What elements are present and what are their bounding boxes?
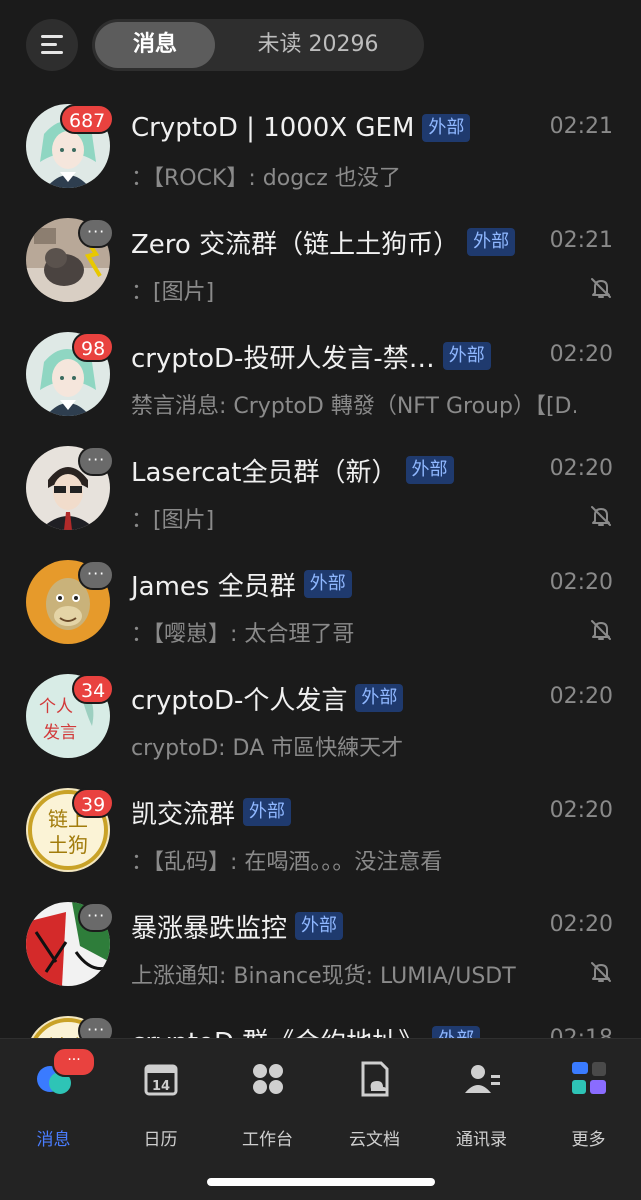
workspace-grid-icon [248,1059,288,1099]
menu-icon[interactable] [26,19,78,71]
chat-title-line: Lasercat全员群（新） 外部 [131,452,454,488]
chat-title: 凯交流群 [131,799,236,830]
more-apps-icon [569,1059,609,1099]
chat-title-line: 凯交流群 外部 [131,794,292,830]
chat-title-line: Zero 交流群（链上土狗币） 外部 [131,224,516,260]
tab-messages[interactable]: 消息 [95,22,215,68]
chat-title-line: CryptoD | 1000X GEM 外部 [131,110,471,146]
external-tag: 外部 [295,912,344,940]
external-tag: 外部 [303,570,352,598]
tab-unread[interactable]: 未读 20296 [218,22,418,68]
chat-title: cryptoD-个人发言 [131,685,348,716]
message-time: 02:20 [549,570,613,595]
chat-title-line: cryptoD-个人发言 外部 [131,680,404,716]
nav-item-calendar[interactable]: 14 日历 [107,1059,214,1150]
nav-label: 工作台 [242,1130,293,1150]
chat-row[interactable]: ··· 暴涨暴跌监控 外部 02:20 上涨通知: Binance现货: LUMIA/U… [0,868,641,989]
cloud-doc-icon [355,1059,395,1099]
nav-label: 通讯录 [456,1130,507,1150]
external-tag: 外部 [467,228,516,256]
chat-row[interactable]: ··· Lasercat全员群（新） 外部 02:20 ：[图片] [0,412,641,533]
mute-bell-icon [589,276,613,300]
message-time: 02:20 [549,342,613,367]
home-indicator [207,1178,435,1186]
chat-title: cryptoD-投研人发言-禁… [131,343,435,374]
bottom-navigation: ··· 消息 14 日历 工作台 云文档 通讯录 更多 [0,1038,641,1200]
nav-label: 日历 [143,1130,178,1150]
unread-count-badge: 687 [60,104,115,134]
mute-bell-icon [589,618,613,642]
more-dots-badge: ··· [78,446,115,476]
chat-row[interactable]: ··· James 全员群 外部 02:20 ：【嘤崽】: 太合理了哥 [0,526,641,647]
more-dots-badge: ··· [78,560,115,590]
chat-title-line: James 全员群 外部 [131,566,352,602]
external-tag: 外部 [243,798,292,826]
message-filter-switch: 消息 未读 20296 [92,19,424,71]
message-time: 02:20 [549,912,613,937]
nav-label: 更多 [571,1130,606,1150]
chat-title: CryptoD | 1000X GEM [131,113,415,143]
external-tag: 外部 [405,456,454,484]
chat-row[interactable]: 98 cryptoD-投研人发言-禁… 外部 02:20 禁言消息: CryptoD 轉… [0,298,641,419]
nav-item-chat-bubbles[interactable]: ··· 消息 [0,1047,107,1150]
chat-title-line: 暴涨暴跌监控 外部 [131,908,344,944]
message-time: 02:20 [549,456,613,481]
svg-text:土狗: 土狗 [48,833,88,857]
nav-label: 云文档 [349,1130,400,1150]
nav-label: 消息 [36,1130,71,1150]
chat-title: James 全员群 [131,571,296,602]
unread-count-badge: 98 [72,332,115,362]
svg-text:14: 14 [152,1079,170,1094]
lark-app: 消息 未读 20296 687 CryptoD | 1000X GEM 外部 02:2… [0,0,641,1200]
mute-bell-icon [589,960,613,984]
external-tag: 外部 [442,342,491,370]
message-time: 02:21 [549,228,613,253]
chat-title-line: cryptoD-投研人发言-禁… 外部 [131,338,491,374]
contacts-icon [462,1059,502,1099]
chat-row[interactable]: 链上 土狗 39 凯交流群 外部 02:20 ：【乱码】: 在喝酒。。。没注意看 [0,754,641,875]
chat-row[interactable]: 687 CryptoD | 1000X GEM 外部 02:21 ：【ROCK】: do… [0,70,641,191]
unread-count-badge: 34 [72,674,115,704]
nav-item-more-apps[interactable]: 更多 [535,1059,641,1150]
chat-list: 687 CryptoD | 1000X GEM 外部 02:21 ：【ROCK】: do… [0,70,641,1100]
chat-title: Zero 交流群（链上土狗币） [131,229,460,260]
svg-text:个人: 个人 [39,697,73,717]
chat-title: 暴涨暴跌监控 [131,913,288,944]
svg-text:发言: 发言 [43,723,77,743]
message-time: 02:20 [549,798,613,823]
message-time: 02:21 [549,114,613,139]
nav-item-contacts[interactable]: 通讯录 [428,1059,535,1150]
message-time: 02:20 [549,684,613,709]
external-tag: 外部 [422,114,471,142]
external-tag: 外部 [355,684,404,712]
nav-item-workspace-grid[interactable]: 工作台 [214,1059,321,1150]
mute-bell-icon [589,504,613,528]
calendar-icon: 14 [141,1059,181,1099]
nav-item-cloud-doc[interactable]: 云文档 [321,1059,428,1150]
more-dots-badge: ··· [78,218,115,248]
nav-badge: ··· [52,1047,96,1077]
chat-title: Lasercat全员群（新） [131,457,398,488]
chat-row[interactable]: 个人 发言 34 cryptoD-个人发言 外部 02:20 cryptoD: DA 市區… [0,640,641,761]
chat-row[interactable]: ··· Zero 交流群（链上土狗币） 外部 02:21 ：[图片] [0,184,641,305]
more-dots-badge: ··· [78,902,115,932]
unread-count-badge: 39 [72,788,115,818]
